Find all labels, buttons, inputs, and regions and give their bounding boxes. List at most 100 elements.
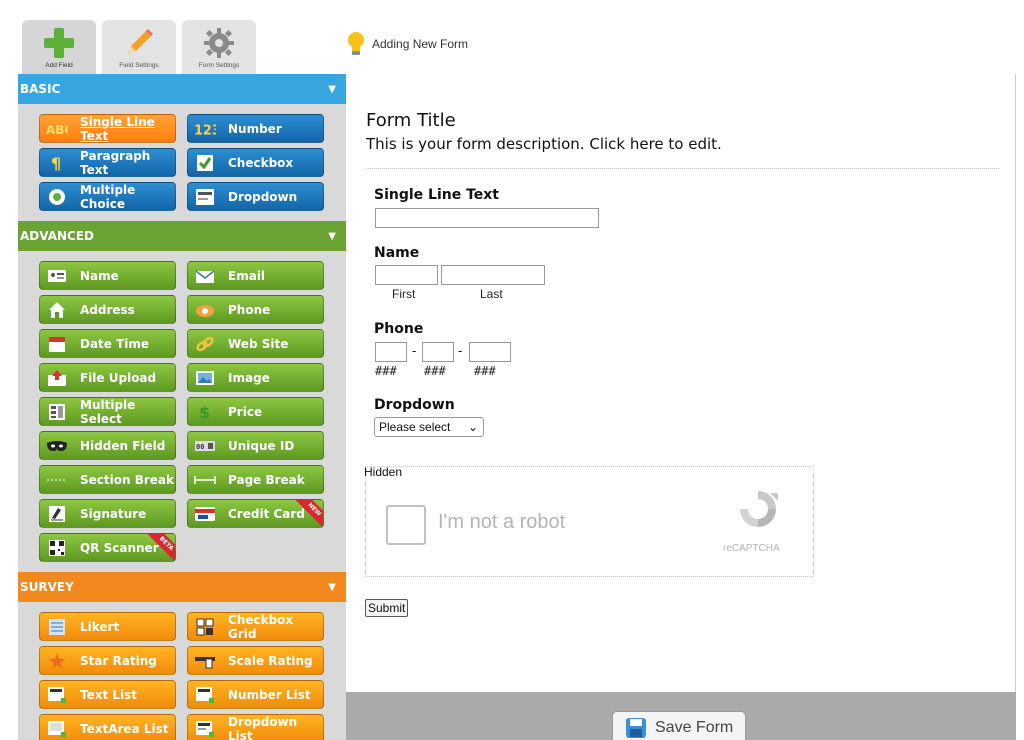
- single-line-text-input[interactable]: [375, 208, 599, 228]
- section-break-icon: [46, 471, 68, 489]
- phone-area-code-input[interactable]: [375, 342, 407, 362]
- field-button-section-break[interactable]: Section Break: [39, 465, 176, 494]
- phone-label[interactable]: Phone: [374, 321, 423, 337]
- tab-form-settings[interactable]: Form Settings: [182, 20, 256, 74]
- field-button-dropdown[interactable]: Dropdown: [187, 182, 324, 211]
- section-title: BASIC: [20, 82, 61, 96]
- submit-button[interactable]: Submit: [365, 599, 409, 617]
- credit-card-icon: [194, 505, 216, 523]
- field-button-label: Date Time: [80, 336, 150, 351]
- name-label[interactable]: Name: [374, 245, 419, 261]
- tab-add-field[interactable]: Add Field: [22, 20, 96, 74]
- form-canvas: Form Title This is your form description…: [346, 74, 1016, 692]
- section-header-basic[interactable]: BASIC ▼: [18, 74, 346, 104]
- field-button-likert[interactable]: Likert: [39, 612, 176, 641]
- field-button-label: File Upload: [80, 370, 157, 385]
- tab-field-settings[interactable]: Field Settings: [102, 20, 176, 74]
- email-icon: [194, 267, 216, 285]
- field-button-number-list[interactable]: Number List: [187, 680, 324, 709]
- caret-down-icon: ▼: [328, 581, 336, 593]
- status-message: Adding New Form: [346, 30, 468, 58]
- status-text: Adding New Form: [372, 37, 469, 51]
- field-button-label: Number List: [228, 687, 311, 702]
- dropdown-select[interactable]: Please select ⌄: [374, 417, 484, 437]
- form-builder-app: Add Field Field Settings Form Settings A…: [0, 0, 1024, 740]
- field-button-image[interactable]: Image: [187, 363, 324, 392]
- section-header-advanced[interactable]: ADVANCED ▼: [18, 221, 346, 251]
- paragraph-icon: ¶: [46, 154, 68, 172]
- form-title[interactable]: Form Title: [366, 110, 456, 131]
- field-button-signature[interactable]: Signature: [39, 499, 176, 528]
- field-button-checkbox-grid[interactable]: Checkbox Grid: [187, 612, 324, 641]
- field-button-email[interactable]: Email: [187, 261, 324, 290]
- field-button-web-site[interactable]: Web Site: [187, 329, 324, 358]
- field-button-page-break[interactable]: Page Break: [187, 465, 324, 494]
- field-button-label: Scale Rating: [228, 653, 313, 668]
- field-button-multiple-select[interactable]: Multiple Select: [39, 397, 176, 426]
- field-button-label: Credit Card: [228, 506, 305, 521]
- dropdown-label[interactable]: Dropdown: [374, 397, 455, 413]
- field-button-unique-id[interactable]: 00 Unique ID: [187, 431, 324, 460]
- star-icon: [46, 652, 68, 670]
- form-description[interactable]: This is your form description. Click her…: [366, 135, 722, 153]
- field-button-textarea-list[interactable]: TextArea List: [39, 714, 176, 740]
- field-button-label: Likert: [80, 619, 120, 634]
- svg-text:123: 123: [194, 123, 216, 137]
- tab-label: Form Settings: [198, 62, 240, 69]
- field-button-label: Phone: [228, 302, 271, 317]
- field-button-date-time[interactable]: Date Time: [39, 329, 176, 358]
- field-button-address[interactable]: Address: [39, 295, 176, 324]
- field-button-label: Name: [80, 268, 119, 283]
- last-name-input[interactable]: [441, 265, 545, 285]
- qr-code-icon: [46, 539, 68, 557]
- dollar-icon: $: [194, 403, 216, 421]
- advanced-fields: Name Email Address Phone Date Time Web S…: [18, 251, 346, 572]
- phone-line-input[interactable]: [469, 342, 511, 362]
- caret-down-icon: ▼: [328, 230, 336, 242]
- phone-icon: [194, 301, 216, 319]
- hidden-field-label: Hidden: [364, 465, 403, 479]
- field-button-label: Unique ID: [228, 438, 295, 453]
- field-button-label: Section Break: [80, 472, 174, 487]
- field-button-label: Single Line Text: [80, 114, 155, 143]
- single-line-text-label[interactable]: Single Line Text: [374, 187, 499, 203]
- svg-text:00: 00: [196, 443, 204, 451]
- recaptcha-logo-icon: [740, 491, 778, 527]
- field-button-label: Multiple Choice: [80, 182, 136, 211]
- field-button-name[interactable]: Name: [39, 261, 176, 290]
- field-button-single-line-text[interactable]: ABC Single Line Text: [39, 114, 176, 143]
- field-button-phone[interactable]: Phone: [187, 295, 324, 324]
- field-button-file-upload[interactable]: File Upload: [39, 363, 176, 392]
- field-button-paragraph-text[interactable]: ¶ Paragraph Text: [39, 148, 176, 177]
- field-button-number[interactable]: 123 Number: [187, 114, 324, 143]
- phone-mask: ###: [474, 364, 496, 378]
- phone-prefix-input[interactable]: [422, 342, 454, 362]
- field-button-label: Email: [228, 268, 266, 283]
- image-icon: [194, 369, 216, 387]
- title-divider: [366, 168, 999, 169]
- first-name-sublabel: First: [392, 287, 416, 301]
- field-button-qr-scanner[interactable]: QR Scanner BETA: [39, 533, 176, 562]
- lightbulb-icon: [348, 32, 364, 55]
- field-button-star-rating[interactable]: Star Rating: [39, 646, 176, 675]
- signature-icon: [46, 505, 68, 523]
- section-header-survey[interactable]: SURVEY ▼: [18, 572, 346, 602]
- save-form-label: Save Form: [655, 719, 734, 736]
- field-button-multiple-choice[interactable]: Multiple Choice: [39, 182, 176, 211]
- field-button-credit-card[interactable]: Credit Card NEW: [187, 499, 324, 528]
- field-button-label: Star Rating: [80, 653, 157, 668]
- first-name-input[interactable]: [375, 265, 438, 285]
- field-button-scale-rating[interactable]: Scale Rating: [187, 646, 324, 675]
- field-button-hidden-field[interactable]: Hidden Field: [39, 431, 176, 460]
- text-list-icon: [46, 686, 68, 704]
- plus-icon: [44, 28, 74, 58]
- field-button-price[interactable]: $ Price: [187, 397, 324, 426]
- field-button-label: Multiple Select: [80, 397, 136, 426]
- save-form-button[interactable]: Save Form: [612, 711, 746, 740]
- recaptcha-checkbox[interactable]: [386, 505, 426, 545]
- last-name-sublabel: Last: [480, 287, 503, 301]
- field-button-text-list[interactable]: Text List: [39, 680, 176, 709]
- field-button-dropdown-list[interactable]: Dropdown List: [187, 714, 324, 740]
- field-button-checkbox[interactable]: Checkbox: [187, 148, 324, 177]
- likert-icon: [46, 618, 68, 636]
